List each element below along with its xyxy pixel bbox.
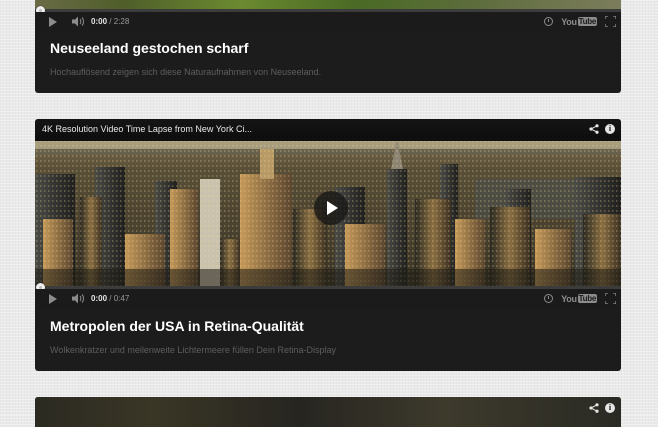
video-thumbnail[interactable]: i xyxy=(35,397,621,427)
fullscreen-icon[interactable] xyxy=(605,293,616,304)
clock-icon[interactable] xyxy=(544,17,554,26)
time-total: / 2:28 xyxy=(109,17,130,26)
video-description: Wolkenkratzer und meilenweite Lichtermee… xyxy=(50,345,336,355)
volume-icon[interactable] xyxy=(72,16,85,27)
time-current: 0:00 xyxy=(91,294,108,303)
youtube-label: You xyxy=(561,293,577,304)
share-icon[interactable] xyxy=(589,403,599,413)
player-controls: 0:00 / 0:47 You Tube xyxy=(35,289,621,309)
video-card-third: i xyxy=(35,397,621,427)
time-current: 0:00 xyxy=(91,17,108,26)
video-player-title[interactable]: 4K Resolution Video Time Lapse from New … xyxy=(42,124,252,134)
youtube-tube: Tube xyxy=(577,17,597,26)
video-card-metropolen: 4K Resolution Video Time Lapse from New … xyxy=(35,119,621,371)
share-icon[interactable] xyxy=(589,124,599,134)
clock-icon[interactable] xyxy=(544,294,554,303)
info-icon[interactable]: i xyxy=(605,403,615,413)
info-icon[interactable]: i xyxy=(605,124,615,134)
youtube-logo[interactable]: You Tube xyxy=(561,17,597,27)
youtube-logo[interactable]: You Tube xyxy=(561,294,597,304)
youtube-tube: Tube xyxy=(577,294,597,303)
video-description: Hochauflösend zeigen sich diese Naturauf… xyxy=(50,67,322,77)
play-icon[interactable] xyxy=(49,17,57,27)
time-total: / 0:47 xyxy=(109,294,130,303)
video-thumbnail[interactable] xyxy=(35,0,621,9)
time-display: 0:00 / 2:28 xyxy=(91,17,129,26)
player-controls: 0:00 / 2:28 You Tube xyxy=(35,12,621,32)
big-play-button[interactable] xyxy=(314,191,348,225)
video-heading[interactable]: Neuseeland gestochen scharf xyxy=(50,40,248,56)
time-display: 0:00 / 0:47 xyxy=(91,294,129,303)
youtube-label: You xyxy=(561,16,577,27)
video-card-neuseeland: 0:00 / 2:28 You Tube Neuseeland gestochen… xyxy=(35,0,621,93)
play-icon[interactable] xyxy=(49,294,57,304)
volume-icon[interactable] xyxy=(72,293,85,304)
video-thumbnail[interactable]: 4K Resolution Video Time Lapse from New … xyxy=(35,119,621,286)
video-heading[interactable]: Metropolen der USA in Retina-Qualität xyxy=(50,318,304,334)
fullscreen-icon[interactable] xyxy=(605,16,616,27)
video-title-bar: 4K Resolution Video Time Lapse from New … xyxy=(35,119,621,141)
